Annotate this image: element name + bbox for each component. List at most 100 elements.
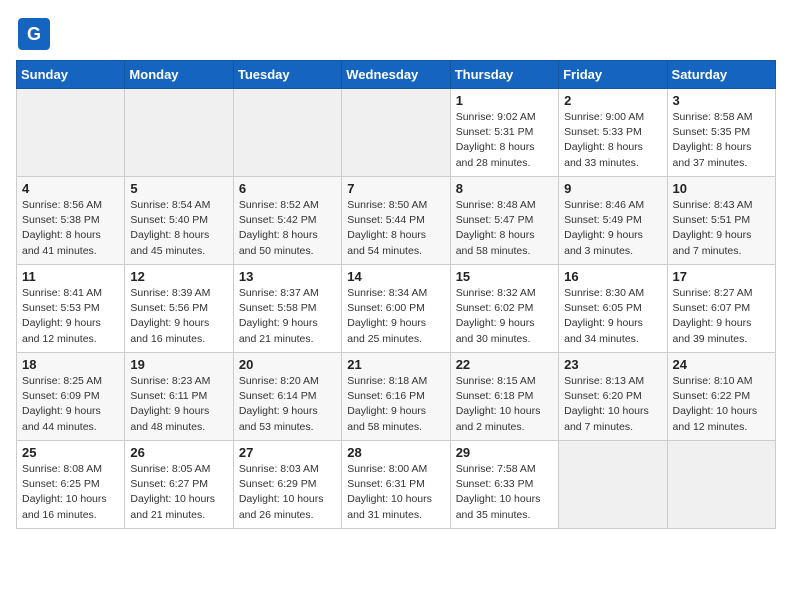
day-number: 24 bbox=[673, 357, 770, 372]
weekday-header-wednesday: Wednesday bbox=[342, 61, 450, 89]
calendar-table: SundayMondayTuesdayWednesdayThursdayFrid… bbox=[16, 60, 776, 529]
day-info: Sunrise: 8:18 AM Sunset: 6:16 PM Dayligh… bbox=[347, 374, 444, 435]
weekday-header-tuesday: Tuesday bbox=[233, 61, 341, 89]
day-number: 15 bbox=[456, 269, 553, 284]
calendar-cell bbox=[342, 89, 450, 177]
day-number: 12 bbox=[130, 269, 227, 284]
day-info: Sunrise: 8:58 AM Sunset: 5:35 PM Dayligh… bbox=[673, 110, 770, 171]
weekday-header-sunday: Sunday bbox=[17, 61, 125, 89]
calendar-cell bbox=[125, 89, 233, 177]
day-info: Sunrise: 8:30 AM Sunset: 6:05 PM Dayligh… bbox=[564, 286, 661, 347]
day-number: 27 bbox=[239, 445, 336, 460]
calendar-cell: 14 Sunrise: 8:34 AM Sunset: 6:00 PM Dayli… bbox=[342, 265, 450, 353]
logo: G bbox=[16, 16, 54, 52]
day-number: 17 bbox=[673, 269, 770, 284]
calendar-cell: 29Sunrise: 7:58 AM Sunset: 6:33 PM Dayli… bbox=[450, 441, 558, 529]
weekday-header-thursday: Thursday bbox=[450, 61, 558, 89]
day-number: 29 bbox=[456, 445, 553, 460]
day-number: 19 bbox=[130, 357, 227, 372]
day-info: Sunrise: 8:10 AM Sunset: 6:22 PM Dayligh… bbox=[673, 374, 770, 435]
logo-icon: G bbox=[16, 16, 52, 52]
calendar-cell: 12Sunrise: 8:39 AM Sunset: 5:56 PM Dayli… bbox=[125, 265, 233, 353]
calendar-week-row: 11 Sunrise: 8:41 AM Sunset: 5:53 PM Dayli… bbox=[17, 265, 776, 353]
day-info: Sunrise: 8:15 AM Sunset: 6:18 PM Dayligh… bbox=[456, 374, 553, 435]
day-info: Sunrise: 8:50 AM Sunset: 5:44 PM Dayligh… bbox=[347, 198, 444, 259]
day-info: Sunrise: 8:32 AM Sunset: 6:02 PM Dayligh… bbox=[456, 286, 553, 347]
calendar-week-row: 4 Sunrise: 8:56 AM Sunset: 5:38 PM Daylig… bbox=[17, 177, 776, 265]
calendar-cell bbox=[559, 441, 667, 529]
day-number: 16 bbox=[564, 269, 661, 284]
calendar-week-row: 25Sunrise: 8:08 AM Sunset: 6:25 PM Dayli… bbox=[17, 441, 776, 529]
weekday-header-monday: Monday bbox=[125, 61, 233, 89]
day-number: 14 bbox=[347, 269, 444, 284]
calendar-cell: 2Sunrise: 9:00 AM Sunset: 5:33 PM Daylig… bbox=[559, 89, 667, 177]
calendar-cell: 6 Sunrise: 8:52 AM Sunset: 5:42 PM Daylig… bbox=[233, 177, 341, 265]
calendar-cell: 25Sunrise: 8:08 AM Sunset: 6:25 PM Dayli… bbox=[17, 441, 125, 529]
day-number: 10 bbox=[673, 181, 770, 196]
calendar-header-row: SundayMondayTuesdayWednesdayThursdayFrid… bbox=[17, 61, 776, 89]
calendar-cell: 5 Sunrise: 8:54 AM Sunset: 5:40 PM Daylig… bbox=[125, 177, 233, 265]
day-info: Sunrise: 8:52 AM Sunset: 5:42 PM Dayligh… bbox=[239, 198, 336, 259]
day-number: 4 bbox=[22, 181, 119, 196]
calendar-cell bbox=[17, 89, 125, 177]
day-number: 3 bbox=[673, 93, 770, 108]
calendar-cell: 8Sunrise: 8:48 AM Sunset: 5:47 PM Daylig… bbox=[450, 177, 558, 265]
day-info: Sunrise: 8:05 AM Sunset: 6:27 PM Dayligh… bbox=[130, 462, 227, 523]
day-info: Sunrise: 9:02 AM Sunset: 5:31 PM Dayligh… bbox=[456, 110, 553, 171]
page-header: G bbox=[16, 16, 776, 52]
calendar-cell: 4 Sunrise: 8:56 AM Sunset: 5:38 PM Daylig… bbox=[17, 177, 125, 265]
calendar-cell: 22Sunrise: 8:15 AM Sunset: 6:18 PM Dayli… bbox=[450, 353, 558, 441]
calendar-cell: 10 Sunrise: 8:43 AM Sunset: 5:51 PM Dayli… bbox=[667, 177, 775, 265]
day-number: 26 bbox=[130, 445, 227, 460]
day-number: 5 bbox=[130, 181, 227, 196]
day-number: 7 bbox=[347, 181, 444, 196]
day-info: Sunrise: 8:34 AM Sunset: 6:00 PM Dayligh… bbox=[347, 286, 444, 347]
day-info: Sunrise: 9:00 AM Sunset: 5:33 PM Dayligh… bbox=[564, 110, 661, 171]
calendar-week-row: 18Sunrise: 8:25 AM Sunset: 6:09 PM Dayli… bbox=[17, 353, 776, 441]
calendar-cell: 28 Sunrise: 8:00 AM Sunset: 6:31 PM Dayli… bbox=[342, 441, 450, 529]
calendar-cell: 16 Sunrise: 8:30 AM Sunset: 6:05 PM Dayli… bbox=[559, 265, 667, 353]
day-info: Sunrise: 8:20 AM Sunset: 6:14 PM Dayligh… bbox=[239, 374, 336, 435]
calendar-cell: 20 Sunrise: 8:20 AM Sunset: 6:14 PM Dayli… bbox=[233, 353, 341, 441]
calendar-cell: 17Sunrise: 8:27 AM Sunset: 6:07 PM Dayli… bbox=[667, 265, 775, 353]
calendar-week-row: 1 Sunrise: 9:02 AM Sunset: 5:31 PM Daylig… bbox=[17, 89, 776, 177]
day-number: 21 bbox=[347, 357, 444, 372]
day-number: 25 bbox=[22, 445, 119, 460]
day-info: Sunrise: 8:03 AM Sunset: 6:29 PM Dayligh… bbox=[239, 462, 336, 523]
day-info: Sunrise: 8:37 AM Sunset: 5:58 PM Dayligh… bbox=[239, 286, 336, 347]
calendar-cell: 3 Sunrise: 8:58 AM Sunset: 5:35 PM Daylig… bbox=[667, 89, 775, 177]
calendar-cell: 26 Sunrise: 8:05 AM Sunset: 6:27 PM Dayli… bbox=[125, 441, 233, 529]
day-info: Sunrise: 8:43 AM Sunset: 5:51 PM Dayligh… bbox=[673, 198, 770, 259]
day-number: 9 bbox=[564, 181, 661, 196]
calendar-cell: 23 Sunrise: 8:13 AM Sunset: 6:20 PM Dayli… bbox=[559, 353, 667, 441]
day-info: Sunrise: 8:56 AM Sunset: 5:38 PM Dayligh… bbox=[22, 198, 119, 259]
calendar-cell: 7 Sunrise: 8:50 AM Sunset: 5:44 PM Daylig… bbox=[342, 177, 450, 265]
calendar-cell bbox=[233, 89, 341, 177]
day-info: Sunrise: 8:41 AM Sunset: 5:53 PM Dayligh… bbox=[22, 286, 119, 347]
day-info: Sunrise: 8:54 AM Sunset: 5:40 PM Dayligh… bbox=[130, 198, 227, 259]
calendar-cell: 21 Sunrise: 8:18 AM Sunset: 6:16 PM Dayli… bbox=[342, 353, 450, 441]
weekday-header-saturday: Saturday bbox=[667, 61, 775, 89]
day-info: Sunrise: 8:48 AM Sunset: 5:47 PM Dayligh… bbox=[456, 198, 553, 259]
calendar-cell: 19Sunrise: 8:23 AM Sunset: 6:11 PM Dayli… bbox=[125, 353, 233, 441]
svg-text:G: G bbox=[27, 24, 41, 44]
day-number: 28 bbox=[347, 445, 444, 460]
calendar-cell: 13 Sunrise: 8:37 AM Sunset: 5:58 PM Dayli… bbox=[233, 265, 341, 353]
day-info: Sunrise: 8:13 AM Sunset: 6:20 PM Dayligh… bbox=[564, 374, 661, 435]
calendar-cell: 18Sunrise: 8:25 AM Sunset: 6:09 PM Dayli… bbox=[17, 353, 125, 441]
day-number: 11 bbox=[22, 269, 119, 284]
day-number: 1 bbox=[456, 93, 553, 108]
calendar-cell: 9 Sunrise: 8:46 AM Sunset: 5:49 PM Daylig… bbox=[559, 177, 667, 265]
day-info: Sunrise: 8:46 AM Sunset: 5:49 PM Dayligh… bbox=[564, 198, 661, 259]
day-number: 18 bbox=[22, 357, 119, 372]
calendar-cell: 15 Sunrise: 8:32 AM Sunset: 6:02 PM Dayli… bbox=[450, 265, 558, 353]
weekday-header-friday: Friday bbox=[559, 61, 667, 89]
day-number: 6 bbox=[239, 181, 336, 196]
calendar-cell: 11 Sunrise: 8:41 AM Sunset: 5:53 PM Dayli… bbox=[17, 265, 125, 353]
calendar-cell: 24 Sunrise: 8:10 AM Sunset: 6:22 PM Dayli… bbox=[667, 353, 775, 441]
day-number: 13 bbox=[239, 269, 336, 284]
day-number: 23 bbox=[564, 357, 661, 372]
day-info: Sunrise: 8:00 AM Sunset: 6:31 PM Dayligh… bbox=[347, 462, 444, 523]
calendar-cell bbox=[667, 441, 775, 529]
day-number: 20 bbox=[239, 357, 336, 372]
